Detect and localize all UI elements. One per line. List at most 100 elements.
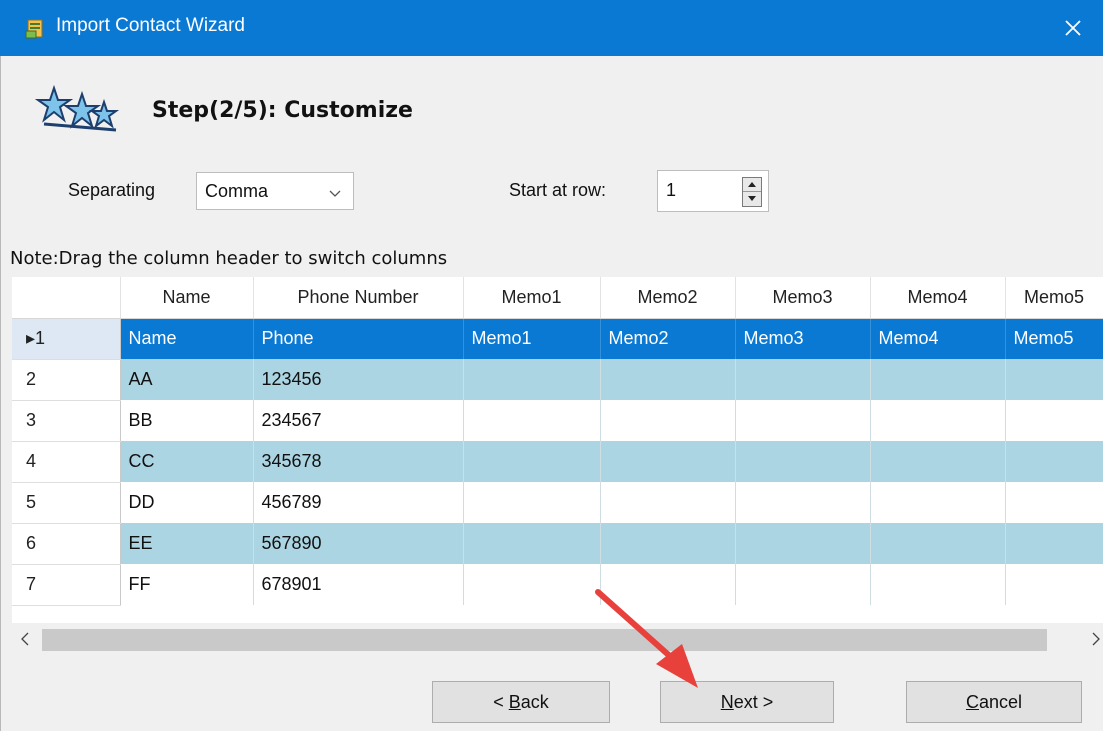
table-cell[interactable]	[735, 441, 871, 482]
table-cell[interactable]	[870, 523, 1006, 564]
column-header[interactable]: Phone Number	[253, 277, 464, 319]
row-header[interactable]: 2	[12, 359, 121, 401]
back-button[interactable]: < Back	[432, 681, 610, 723]
column-header[interactable]: Memo4	[870, 277, 1006, 319]
table-row[interactable]: 3 BB 234567	[12, 400, 1103, 442]
table-cell[interactable]: Memo4	[870, 318, 1006, 359]
start-row-value[interactable]: 1	[666, 180, 676, 201]
window-title: Import Contact Wizard	[56, 15, 245, 36]
table-cell[interactable]	[1005, 482, 1103, 523]
row-header[interactable]: ▸1	[12, 318, 121, 360]
scrollbar-thumb[interactable]	[42, 629, 1047, 651]
scroll-left-icon[interactable]	[20, 632, 30, 651]
close-button[interactable]	[1053, 8, 1093, 48]
row-header[interactable]: 6	[12, 523, 121, 565]
table-cell[interactable]	[735, 400, 871, 441]
table-cell[interactable]: Phone	[253, 318, 464, 359]
step-title: Step(2/5): Customize	[152, 98, 413, 123]
table-cell[interactable]	[1005, 441, 1103, 482]
separating-label: Separating	[68, 180, 156, 200]
table-cell[interactable]	[463, 523, 601, 564]
table-cell[interactable]: CC	[120, 441, 254, 482]
chevron-down-icon	[329, 186, 341, 204]
spin-up-button[interactable]	[743, 178, 761, 192]
table-cell[interactable]: 345678	[253, 441, 464, 482]
table-cell[interactable]: 678901	[253, 564, 464, 605]
table-cell[interactable]	[1005, 359, 1103, 400]
table-row[interactable]: 4 CC 345678	[12, 441, 1103, 483]
table-cell[interactable]	[870, 482, 1006, 523]
table-cell[interactable]: Memo2	[600, 318, 736, 359]
column-header[interactable]: Memo3	[735, 277, 871, 319]
current-row-marker: ▸	[26, 328, 36, 348]
table-cell[interactable]	[870, 400, 1006, 441]
table-cell[interactable]	[870, 359, 1006, 400]
table-cell[interactable]: Memo5	[1005, 318, 1103, 359]
row-header[interactable]: 4	[12, 441, 121, 483]
table-cell[interactable]: BB	[120, 400, 254, 441]
row-header[interactable]: 5	[12, 482, 121, 524]
header-row: Name Phone Number Memo1 Memo2 Memo3 Memo…	[12, 277, 1103, 319]
corner-header	[12, 277, 121, 319]
table-cell[interactable]: Memo1	[463, 318, 601, 359]
table-cell[interactable]	[735, 523, 871, 564]
table-row[interactable]: 5 DD 456789	[12, 482, 1103, 524]
table-cell[interactable]: FF	[120, 564, 254, 605]
table-cell[interactable]	[735, 359, 871, 400]
table-row[interactable]: 2 AA 123456	[12, 359, 1103, 401]
table-cell[interactable]	[1005, 523, 1103, 564]
table-cell[interactable]: 234567	[253, 400, 464, 441]
table-row[interactable]: 6 EE 567890	[12, 523, 1103, 565]
table-cell[interactable]: Name	[120, 318, 254, 359]
table-cell[interactable]	[1005, 564, 1103, 605]
table-cell[interactable]	[600, 441, 736, 482]
table-cell[interactable]	[600, 400, 736, 441]
table-cell[interactable]: 456789	[253, 482, 464, 523]
column-header[interactable]: Memo2	[600, 277, 736, 319]
data-grid[interactable]: Name Phone Number Memo1 Memo2 Memo3 Memo…	[12, 277, 1103, 623]
column-header[interactable]: Memo1	[463, 277, 601, 319]
table-cell[interactable]	[463, 400, 601, 441]
table-cell[interactable]	[735, 564, 871, 605]
spin-buttons	[742, 177, 762, 207]
arrow-down-icon	[748, 196, 756, 201]
table-cell[interactable]: DD	[120, 482, 254, 523]
table-cell[interactable]: EE	[120, 523, 254, 564]
table-cell[interactable]	[600, 523, 736, 564]
separating-select[interactable]: Comma	[196, 172, 354, 210]
spin-down-button[interactable]	[743, 192, 761, 206]
row-header[interactable]: 3	[12, 400, 121, 442]
table-cell[interactable]	[463, 564, 601, 605]
table-cell[interactable]: AA	[120, 359, 254, 400]
table-cell[interactable]	[735, 482, 871, 523]
scroll-right-icon[interactable]	[1091, 632, 1101, 651]
cancel-button[interactable]: Cancel	[906, 681, 1082, 723]
arrow-up-icon	[748, 182, 756, 187]
table-cell[interactable]	[870, 441, 1006, 482]
table-cell[interactable]	[600, 482, 736, 523]
wizard-icon	[34, 80, 124, 142]
table-cell[interactable]: 123456	[253, 359, 464, 400]
table-cell[interactable]	[463, 359, 601, 400]
column-header[interactable]: Name	[120, 277, 254, 319]
close-icon	[1065, 20, 1081, 36]
row-header[interactable]: 7	[12, 564, 121, 606]
table-cell[interactable]	[463, 482, 601, 523]
app-icon	[24, 17, 48, 41]
table-cell[interactable]	[1005, 400, 1103, 441]
table-cell[interactable]	[600, 359, 736, 400]
horizontal-scrollbar[interactable]	[12, 623, 1103, 657]
table-cell[interactable]	[870, 564, 1006, 605]
annotation-arrow-icon	[590, 584, 710, 699]
table-cell[interactable]	[463, 441, 601, 482]
column-header[interactable]: Memo5	[1005, 277, 1103, 319]
note-text: Note:Drag the column header to switch co…	[10, 248, 448, 269]
table-row[interactable]: 7 FF 678901	[12, 564, 1103, 606]
start-row-stepper[interactable]: 1	[657, 170, 769, 212]
table-cell[interactable]: 567890	[253, 523, 464, 564]
separating-value: Comma	[205, 181, 269, 201]
title-bar: Import Contact Wizard	[0, 0, 1103, 56]
table-row[interactable]: ▸1 Name Phone Memo1 Memo2 Memo3 Memo4 Me…	[12, 318, 1103, 360]
start-row-label: Start at row:	[509, 180, 607, 200]
table-cell[interactable]: Memo3	[735, 318, 871, 359]
